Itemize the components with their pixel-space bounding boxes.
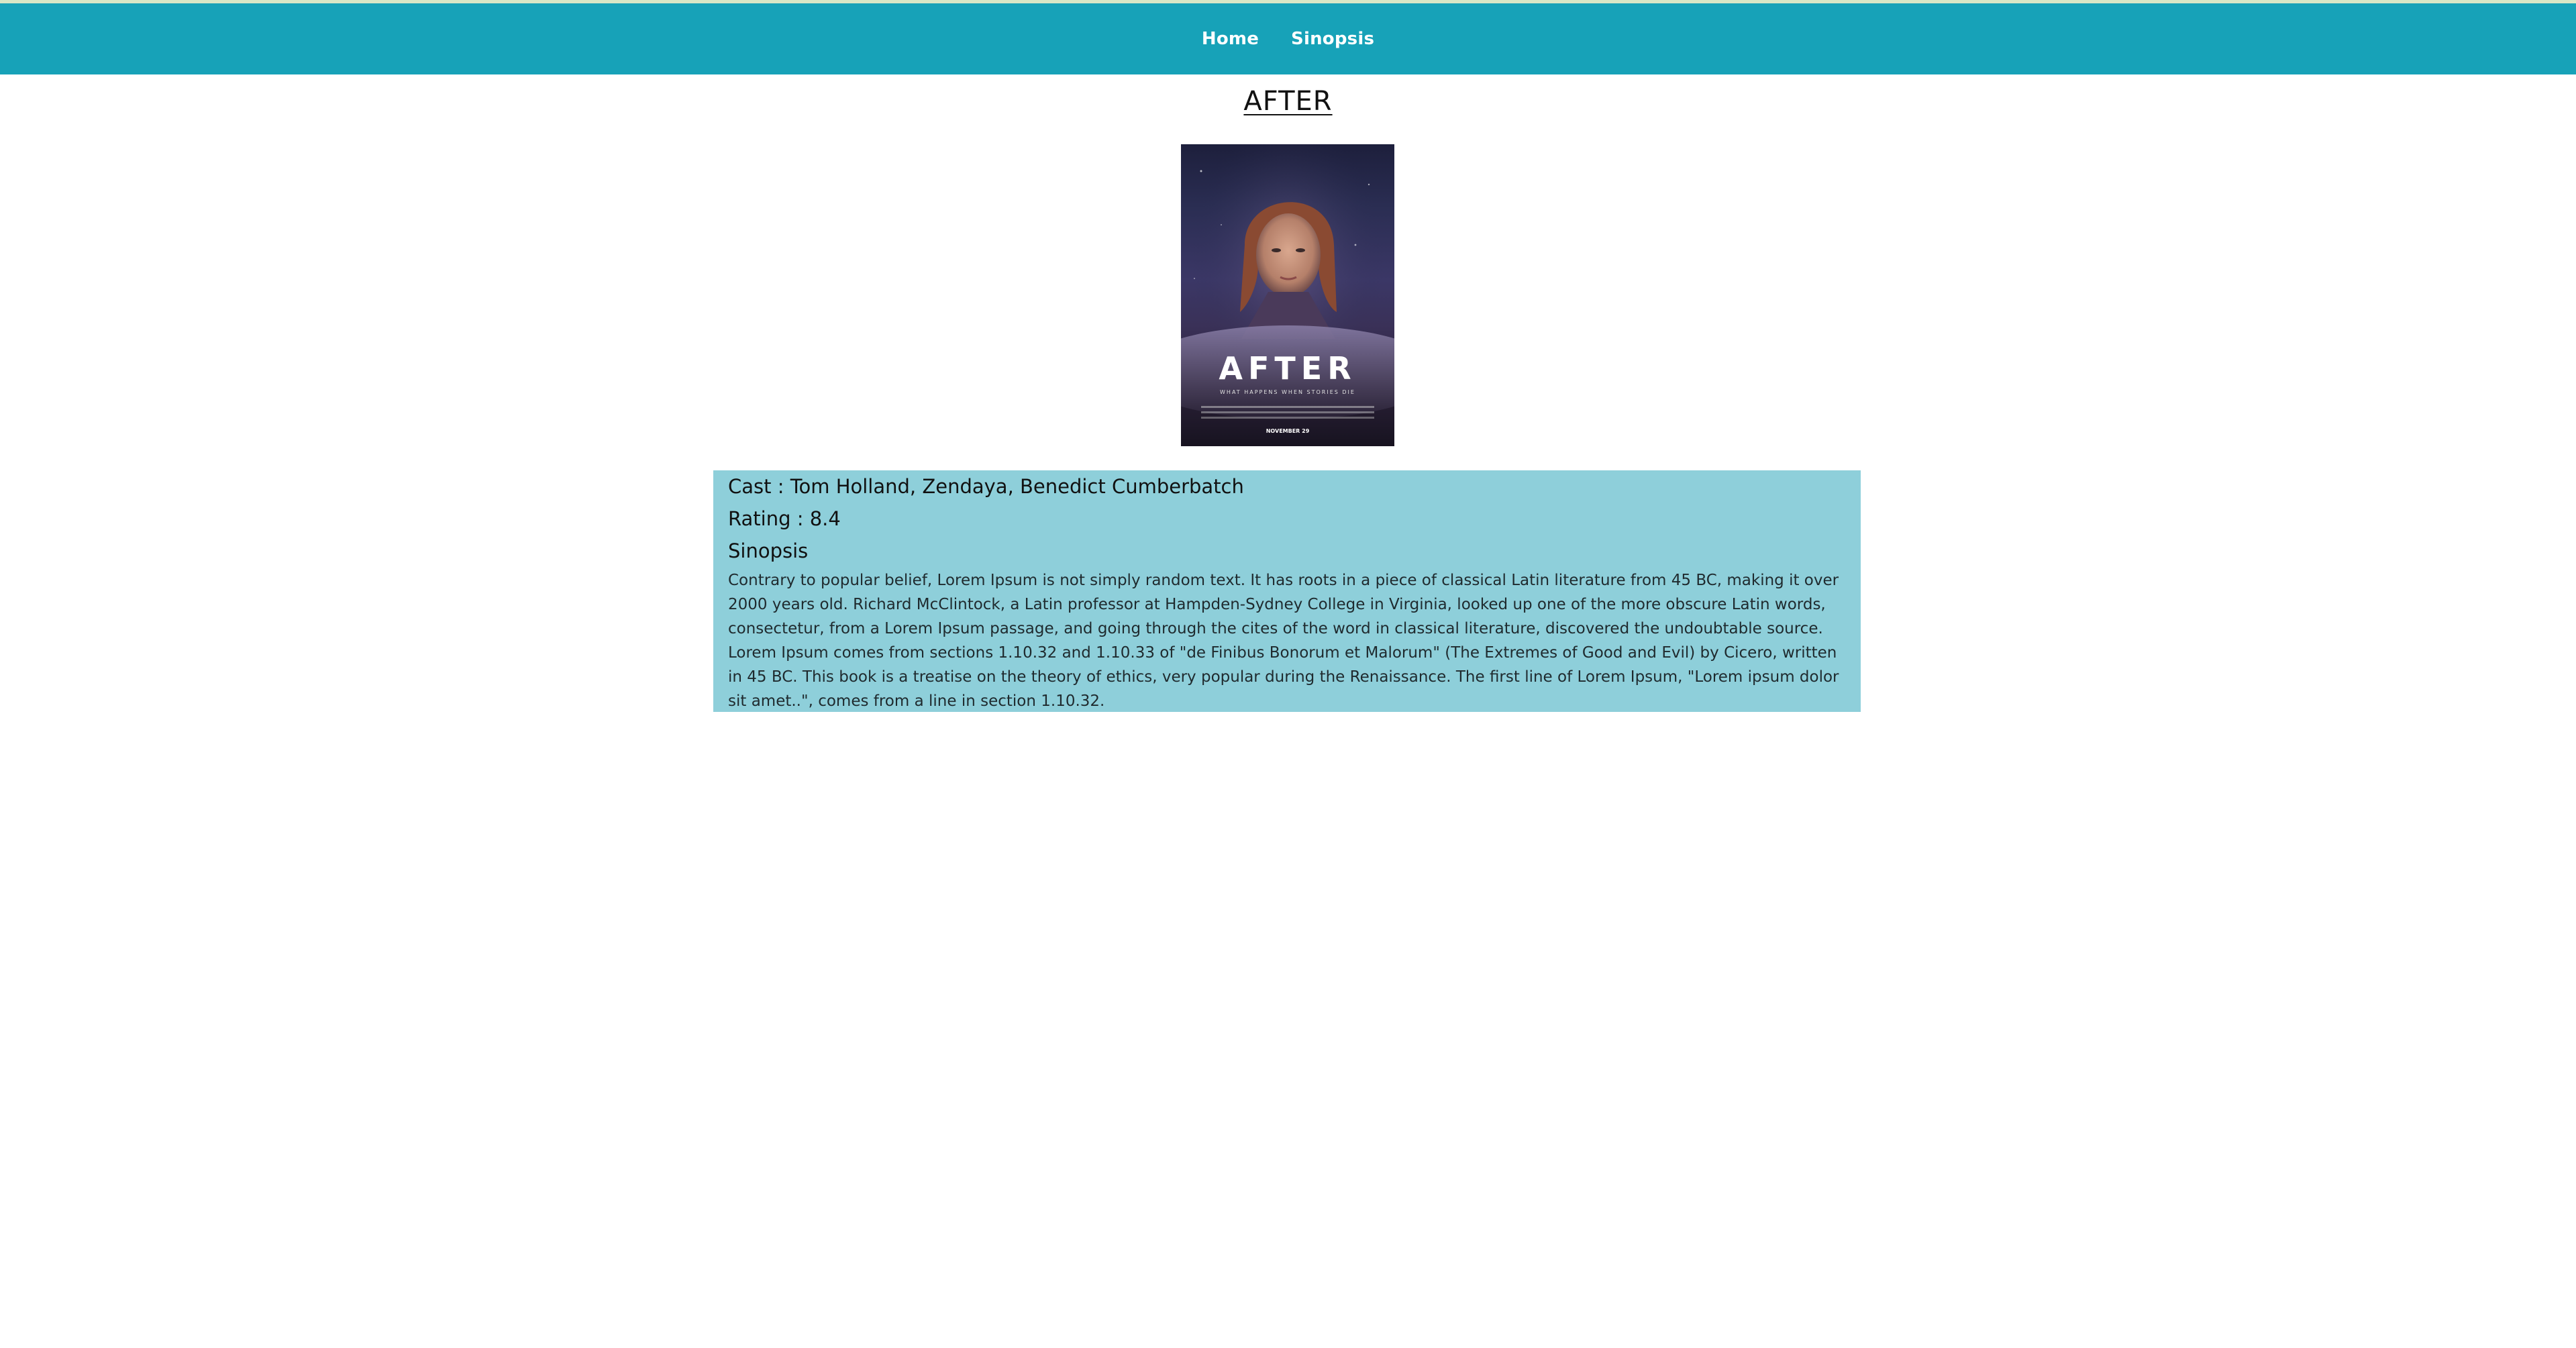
movie-info-panel: Cast : Tom Holland, Zendaya, Benedict Cu… (713, 470, 1861, 712)
poster-title-text: AFTER (1219, 350, 1356, 386)
nav-link-home[interactable]: Home (1202, 29, 1259, 49)
sinopsis-heading: Sinopsis (728, 539, 809, 562)
page-title: AFTER (1243, 86, 1333, 117)
rating-line: Rating : 8.4 (728, 507, 841, 530)
page: Home Sinopsis AFTER AFTER WHAT HAPPENS W… (0, 0, 2576, 1348)
navbar: Home Sinopsis (0, 3, 2576, 74)
poster-release-date: NOVEMBER 29 (1266, 428, 1310, 434)
movie-poster: AFTER WHAT HAPPENS WHEN STORIES DIE NOVE… (1181, 144, 1394, 446)
poster-tagline: WHAT HAPPENS WHEN STORIES DIE (1220, 389, 1355, 395)
nav-link-sinopsis[interactable]: Sinopsis (1291, 29, 1374, 49)
poster-artwork: AFTER WHAT HAPPENS WHEN STORIES DIE NOVE… (1181, 144, 1394, 446)
sinopsis-text: Contrary to popular belief, Lorem Ipsum … (728, 572, 1839, 710)
cast-line: Cast : Tom Holland, Zendaya, Benedict Cu… (728, 475, 1244, 498)
